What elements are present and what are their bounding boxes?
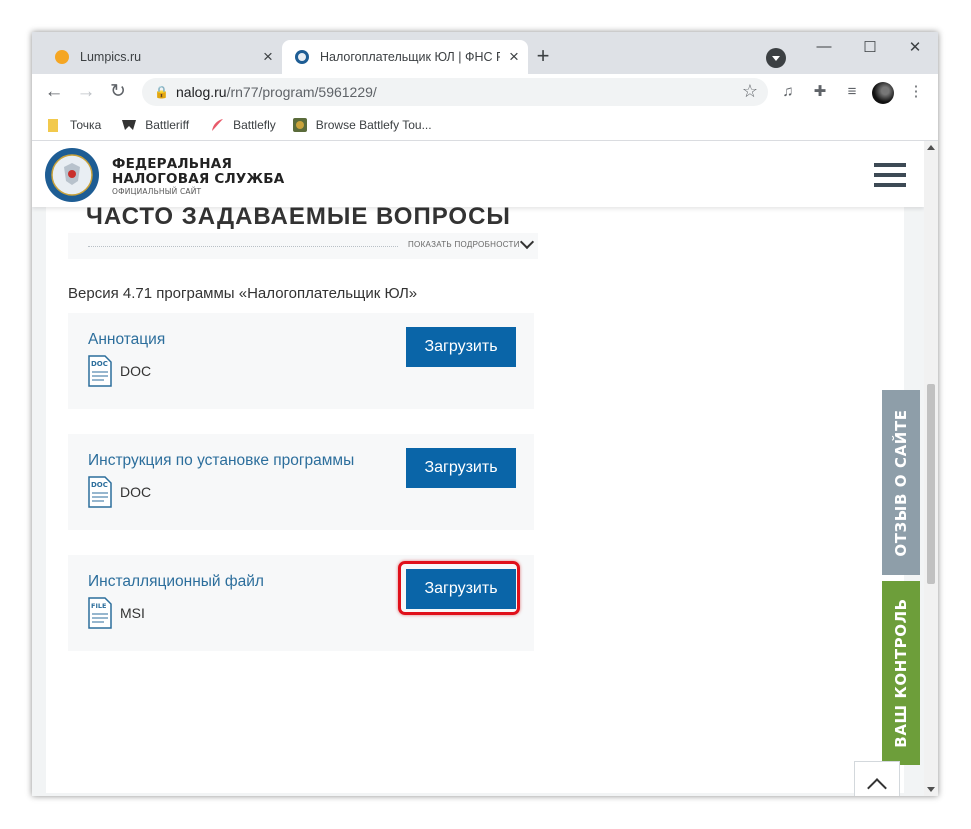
show-details-label[interactable]: ПОКАЗАТЬ ПОДРОБНОСТИ <box>408 240 520 249</box>
music-extension-icon[interactable]: ♫ <box>778 82 798 102</box>
chevron-down-icon[interactable] <box>519 234 535 250</box>
fns-favicon-icon <box>295 50 309 64</box>
back-arrow-icon[interactable]: ← <box>42 80 66 104</box>
scroll-up-arrow-icon[interactable] <box>927 145 935 150</box>
fns-emblem-icon[interactable] <box>44 147 100 203</box>
bookmark-battleriff[interactable]: Battleriff <box>121 117 189 133</box>
your-control-side-tab[interactable]: ВАШ КОНТРОЛЬ <box>882 581 920 765</box>
file-item-installer: Инсталляционный файл FILE MSI Загрузить <box>68 555 534 651</box>
bookmarks-bar: Точка Battleriff Battlefly Browse Battle… <box>32 110 938 141</box>
scroll-to-top-button[interactable] <box>854 761 900 796</box>
bookmark-label: Battlefly <box>233 118 276 132</box>
version-title: Версия 4.71 программы «Налогоплательщик … <box>68 285 418 302</box>
bookmark-label: Battleriff <box>145 118 190 132</box>
svg-text:DOC: DOC <box>91 360 108 368</box>
svg-text:DOC: DOC <box>91 481 108 489</box>
doc-file-icon: DOC <box>88 355 112 387</box>
battlefy-icon <box>292 118 307 132</box>
tab-strip: Lumpics.ru × Налогоплательщик ЮЛ | ФНС Р… <box>32 32 938 74</box>
brand-line-1: ФЕДЕРАЛЬНАЯ <box>112 156 233 172</box>
file-extension: DOC <box>120 363 152 379</box>
control-label: ВАШ КОНТРОЛЬ <box>892 598 910 748</box>
file-link[interactable]: Инсталляционный файл <box>88 573 264 591</box>
new-tab-button[interactable]: + <box>530 44 556 70</box>
bookmark-label: Browse Battlefy Tou... <box>315 118 432 132</box>
doc-file-icon: DOC <box>88 476 112 508</box>
hamburger-menu-icon[interactable] <box>874 163 906 187</box>
scroll-down-arrow-icon[interactable] <box>927 787 935 792</box>
tab-title: Налогоплательщик ЮЛ | ФНС Р <box>320 50 500 64</box>
file-type: FILE MSI <box>88 597 145 629</box>
browser-toolbar: ← → ↻ 🔒 nalog.ru/rn77/program/5961229/ ☆… <box>32 74 938 110</box>
bookmark-battlefly[interactable]: Battlefly <box>209 117 276 133</box>
brand-line-2: НАЛОГОВАЯ СЛУЖБА <box>112 171 285 187</box>
file-extension: MSI <box>120 605 145 621</box>
media-control-icon[interactable]: ≡ <box>842 82 862 102</box>
close-window-icon[interactable]: ✕ <box>895 38 935 56</box>
site-brand[interactable]: ФЕДЕРАЛЬНАЯ НАЛОГОВАЯ СЛУЖБА ОФИЦИАЛЬНЫЙ… <box>112 157 284 197</box>
tab-title: Lumpics.ru <box>80 50 142 64</box>
bookmark-battlefy-tour[interactable]: Browse Battlefy Tou... <box>292 117 432 133</box>
download-button-guide[interactable]: Загрузить <box>406 448 516 488</box>
menu-kebab-icon[interactable]: ⋮ <box>906 82 926 102</box>
battlefly-icon <box>212 119 224 131</box>
tab-nalog[interactable]: Налогоплательщик ЮЛ | ФНС Р × <box>282 40 528 74</box>
lumpics-favicon-icon <box>55 50 69 64</box>
scrollbar-thumb[interactable] <box>927 384 935 584</box>
svg-text:FILE: FILE <box>91 602 106 610</box>
file-type: DOC DOC <box>88 355 151 387</box>
browser-window: Lumpics.ru × Налогоплательщик ЮЛ | ФНС Р… <box>32 32 938 796</box>
generic-file-icon: FILE <box>88 597 112 629</box>
file-link[interactable]: Инструкция по установке программы <box>88 452 354 470</box>
download-button-annotation[interactable]: Загрузить <box>406 327 516 367</box>
close-tab-icon[interactable]: × <box>500 47 528 67</box>
download-button-installer[interactable]: Загрузить <box>406 569 516 609</box>
battleriff-icon <box>122 120 137 130</box>
feedback-label: ОТЗЫВ О САЙТЕ <box>892 408 910 557</box>
folder-icon <box>48 119 58 132</box>
file-item-annotation: Аннотация DOC DOC Загрузить <box>68 313 534 409</box>
bookmark-tochka[interactable]: Точка <box>46 117 101 133</box>
file-extension: DOC <box>120 484 152 500</box>
url-text: nalog.ru/rn77/program/5961229/ <box>176 84 377 100</box>
feedback-side-tab[interactable]: ОТЗЫВ О САЙТЕ <box>882 390 920 575</box>
file-item-installation-guide: Инструкция по установке программы DOC DO… <box>68 434 534 530</box>
close-tab-icon[interactable]: × <box>254 47 282 67</box>
tab-lumpics[interactable]: Lumpics.ru × <box>40 40 282 74</box>
faq-heading: ЧАСТО ЗАДАВАЕМЫЕ ВОПРОСЫ <box>86 203 511 230</box>
address-bar[interactable]: 🔒 nalog.ru/rn77/program/5961229/ ☆ <box>142 78 768 106</box>
lock-icon[interactable]: 🔒 <box>154 85 169 99</box>
page-viewport: ФЕДЕРАЛЬНАЯ НАЛОГОВАЯ СЛУЖБА ОФИЦИАЛЬНЫЙ… <box>32 141 924 796</box>
puzzle-extensions-icon[interactable]: ✚ <box>810 82 830 102</box>
tab-search-icon[interactable] <box>766 48 786 68</box>
forward-arrow-icon[interactable]: → <box>74 80 98 104</box>
file-type: DOC DOC <box>88 476 151 508</box>
brand-subtitle: ОФИЦИАЛЬНЫЙ САЙТ <box>112 187 202 196</box>
bookmark-label: Точка <box>70 118 102 132</box>
minimize-icon[interactable]: — <box>804 38 844 55</box>
profile-avatar[interactable] <box>872 82 894 104</box>
file-link[interactable]: Аннотация <box>88 331 165 349</box>
maximize-icon[interactable]: ☐ <box>850 38 890 56</box>
dotted-divider <box>88 246 398 247</box>
reload-icon[interactable]: ↻ <box>106 80 130 104</box>
page-scrollbar[interactable] <box>924 141 938 796</box>
bookmark-star-icon[interactable]: ☆ <box>742 81 758 102</box>
show-details-row[interactable]: ПОКАЗАТЬ ПОДРОБНОСТИ <box>68 233 538 259</box>
site-header: ФЕДЕРАЛЬНАЯ НАЛОГОВАЯ СЛУЖБА ОФИЦИАЛЬНЫЙ… <box>32 141 924 207</box>
main-content: ЧАСТО ЗАДАВАЕМЫЕ ВОПРОСЫ ПОКАЗАТЬ ПОДРОБ… <box>46 183 904 793</box>
